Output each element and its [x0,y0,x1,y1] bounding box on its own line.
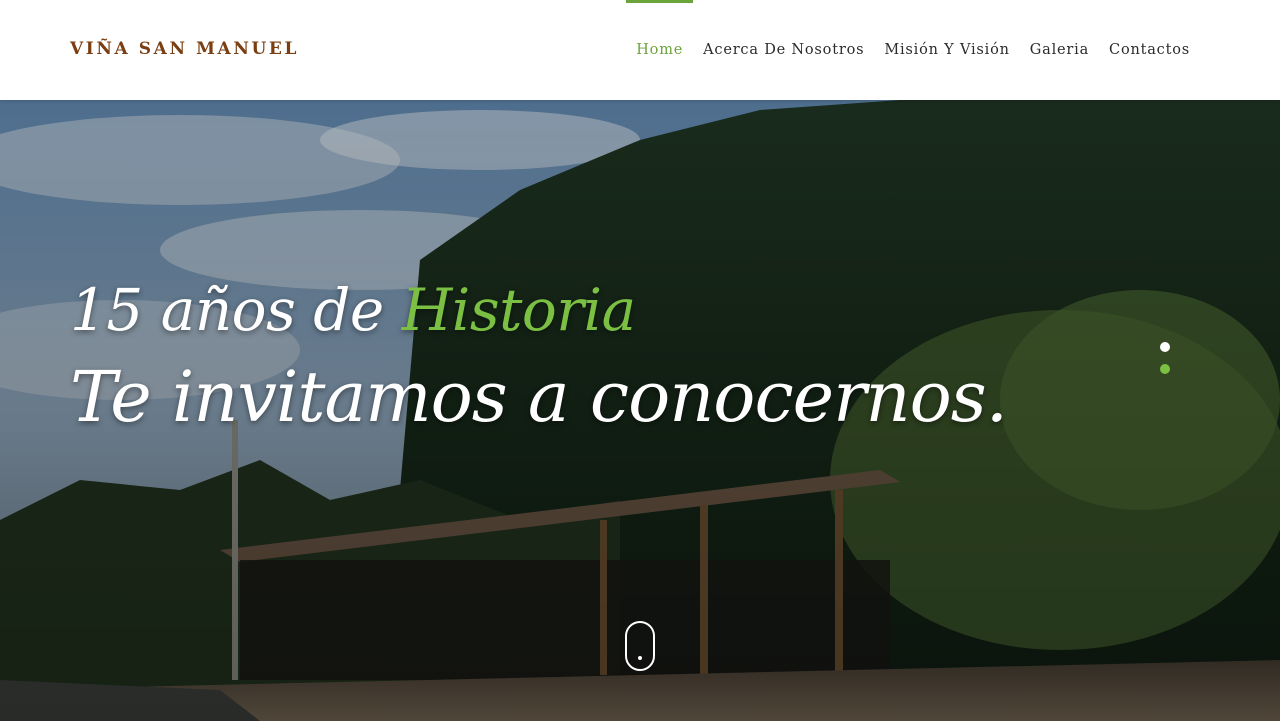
nav-gallery[interactable]: Galeria [1020,0,1099,100]
nav-about-label: Acerca De Nosotros [703,42,865,58]
active-indicator [626,0,694,3]
mouse-wheel-dot [638,656,642,660]
nav-contacts[interactable]: Contactos [1099,0,1200,100]
slider-pagination [1160,342,1170,386]
main-nav: Home Acerca De Nosotros Misión Y Visión … [626,0,1200,100]
nav-mission-vision[interactable]: Misión Y Visión [874,0,1019,100]
hero-slider: 15 años de Historia Te invitamos a conoc… [0,100,1280,721]
nav-gallery-label: Galeria [1029,42,1090,58]
nav-home-label: Home [636,42,684,58]
nav-contacts-label: Contactos [1109,42,1190,58]
hero-line-2: Te invitamos a conocernos. [70,356,1008,438]
slider-dot-1[interactable] [1160,342,1170,352]
nav-home[interactable]: Home [626,0,694,100]
site-header: VIÑA SAN MANUEL Home Acerca De Nosotros … [0,0,1280,100]
hero-line-1: 15 años de Historia [70,270,1007,350]
brand-logo[interactable]: VIÑA SAN MANUEL [70,39,299,59]
nav-mission-vision-label: Misión Y Visión [884,42,1010,58]
hero-headline: 15 años de Historia Te invitamos a conoc… [70,270,1008,444]
nav-about[interactable]: Acerca De Nosotros [693,0,874,100]
hero-line-1-accent: Historia [401,276,636,344]
slider-dot-2[interactable] [1160,364,1170,374]
hero-line-1-prefix: 15 años de [70,276,384,344]
mouse-scroll-icon[interactable] [625,621,655,671]
